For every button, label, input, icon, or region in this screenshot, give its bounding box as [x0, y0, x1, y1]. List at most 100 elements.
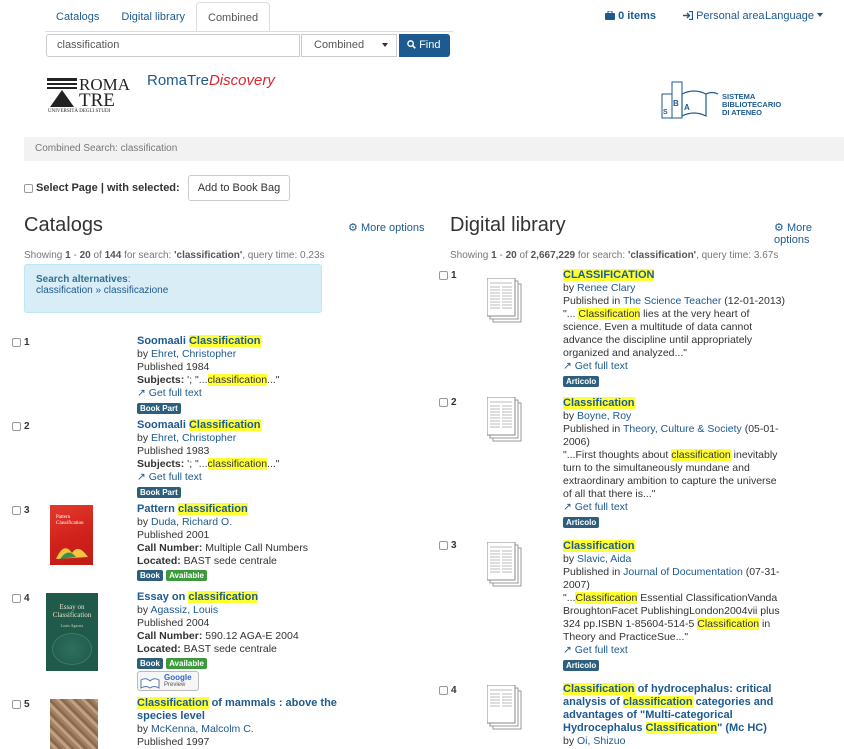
get-full-text-link[interactable]: ↗ Get full text	[563, 501, 787, 514]
result-number: 2	[12, 421, 30, 432]
language-menu[interactable]: Language	[765, 10, 824, 22]
cover-ornament	[52, 633, 92, 665]
search-tabs: Catalogs Digital library Combined	[45, 2, 271, 32]
result-checkbox[interactable]	[439, 398, 448, 407]
get-full-text-link[interactable]: ↗ Get full text	[137, 387, 337, 400]
briefcase-icon	[605, 10, 615, 20]
availability-badge: Available	[166, 658, 207, 669]
result-num: 1	[24, 337, 30, 348]
format-badge: Book	[137, 570, 163, 581]
book-cover-image[interactable]	[50, 699, 98, 749]
alternative-link[interactable]: classification » classificazione	[36, 285, 168, 296]
journal-link[interactable]: Journal of Documentation	[623, 566, 743, 578]
result-checkbox[interactable]	[12, 422, 21, 431]
cogs-icon: ⚙	[348, 222, 358, 234]
result-title[interactable]: Soomaali Classification	[137, 335, 337, 348]
result-title[interactable]: Classification of mammals : above the sp…	[137, 697, 357, 723]
result-title[interactable]: Classification of hydrocephalus: critica…	[563, 683, 787, 735]
author-link[interactable]: Duda, Richard O.	[151, 516, 232, 528]
romatre-discovery-title: RomaTreDiscovery	[147, 72, 275, 89]
language-label: Language	[765, 10, 814, 22]
book-icon	[140, 678, 160, 689]
google-preview-button[interactable]: Google Preview	[137, 671, 199, 691]
more-options-label: More options	[360, 222, 425, 234]
result-number: 4	[439, 685, 457, 696]
preview-label: Preview	[164, 682, 186, 688]
result-number: 4	[12, 593, 30, 604]
google-label: Google	[164, 673, 192, 682]
author-link[interactable]: Agassiz, Louis	[150, 604, 218, 616]
book-cover-image[interactable]: Pattern Classification	[50, 505, 93, 565]
result-num: 3	[24, 505, 30, 516]
select-page-label: Select Page | with selected:	[36, 182, 180, 194]
document-thumbnail[interactable]	[487, 278, 523, 324]
result-checkbox[interactable]	[439, 271, 448, 280]
select-page-row: Select Page | with selected: Add to Book…	[24, 175, 291, 201]
sba-logo[interactable]: S B A SISTEMA BIBLIOTECARIO DI ATENEO	[660, 76, 790, 122]
roma-tre-logo[interactable]: ROMA TRE UNIVERSITÀ DEGLI STUDI	[45, 74, 130, 118]
author-link[interactable]: Oi, Shizuo	[577, 735, 625, 747]
sba-line-3: DI ATENEO	[722, 108, 763, 117]
search-icon	[407, 40, 416, 49]
result-title[interactable]: Soomaali Classification	[137, 419, 337, 432]
document-thumbnail[interactable]	[487, 542, 523, 588]
result-title[interactable]: Classification	[563, 397, 787, 410]
external-link-icon: ↗	[563, 644, 572, 656]
digital-more-options[interactable]: ⚙ More options	[774, 221, 844, 246]
journal-link[interactable]: The Science Teacher	[623, 295, 721, 307]
published: Published 2004	[137, 617, 210, 629]
document-thumbnail[interactable]	[487, 685, 523, 731]
search-input[interactable]: classification	[46, 34, 300, 57]
get-full-text-link[interactable]: ↗ Get full text	[137, 471, 337, 484]
result-num: 2	[451, 397, 457, 408]
tab-combined[interactable]: Combined	[196, 2, 271, 32]
author-link[interactable]: Boyne, Roy	[577, 410, 631, 422]
catalogs-showing: Showing 1 - 20 of 144 for search: 'class…	[24, 250, 325, 261]
result-title[interactable]: Classification	[563, 540, 787, 553]
result-checkbox[interactable]	[12, 338, 21, 347]
author-prefix: by	[137, 604, 151, 616]
result-title[interactable]: CLASSIFICATION	[563, 269, 787, 282]
book-cover-image[interactable]: Essay on Classification Louis Agassiz	[46, 593, 98, 671]
caret-down-icon	[817, 13, 824, 17]
find-button[interactable]: Find	[399, 34, 450, 57]
result-checkbox[interactable]	[12, 506, 21, 515]
document-thumbnail[interactable]	[487, 397, 523, 443]
result-checkbox[interactable]	[439, 686, 448, 695]
result-num: 3	[451, 540, 457, 551]
tab-digital-library[interactable]: Digital library	[110, 2, 196, 32]
get-full-text-link[interactable]: ↗ Get full text	[563, 644, 787, 657]
author-link[interactable]: Slavic, Aida	[577, 553, 631, 565]
result-number: 5	[12, 699, 30, 710]
book-bag-link[interactable]: 0 items	[605, 10, 656, 22]
author-link[interactable]: Renee Clary	[577, 282, 635, 294]
result-checkbox[interactable]	[12, 700, 21, 709]
add-to-book-bag-button[interactable]: Add to Book Bag	[187, 175, 291, 201]
snippet: "... Classification lies at the very hea…	[563, 308, 753, 359]
result-checkbox[interactable]	[439, 541, 448, 550]
search-type-value: Combined	[314, 39, 365, 51]
result-num: 1	[451, 270, 457, 281]
catalogs-title: Catalogs	[24, 214, 103, 236]
select-page-checkbox[interactable]	[24, 183, 33, 193]
alternatives-label: Search alternatives	[36, 274, 128, 285]
result-title[interactable]: Essay on classification	[137, 591, 337, 604]
result-checkbox[interactable]	[12, 594, 21, 603]
personal-area-link[interactable]: Personal area	[683, 10, 765, 22]
result-title[interactable]: Pattern classification	[137, 503, 337, 516]
result-num: 5	[24, 699, 30, 710]
journal-link[interactable]: Theory, Culture & Society	[623, 423, 742, 435]
author-prefix: by	[137, 516, 152, 528]
get-full-text-link[interactable]: ↗ Get full text	[563, 360, 787, 373]
published: Published 1984	[137, 361, 210, 373]
search-type-select[interactable]: Combined	[301, 34, 397, 57]
author-link[interactable]: McKenna, Malcolm C.	[151, 723, 254, 735]
catalogs-more-options[interactable]: ⚙ More options	[348, 221, 425, 234]
external-link-icon: ↗	[563, 501, 572, 513]
tab-catalogs[interactable]: Catalogs	[45, 2, 110, 32]
personal-area-label: Personal area	[696, 10, 765, 22]
result-num: 2	[24, 421, 30, 432]
author-prefix: by	[137, 432, 152, 444]
author-link[interactable]: Ehret, Christopher	[151, 348, 236, 360]
author-link[interactable]: Ehret, Christopher	[151, 432, 236, 444]
